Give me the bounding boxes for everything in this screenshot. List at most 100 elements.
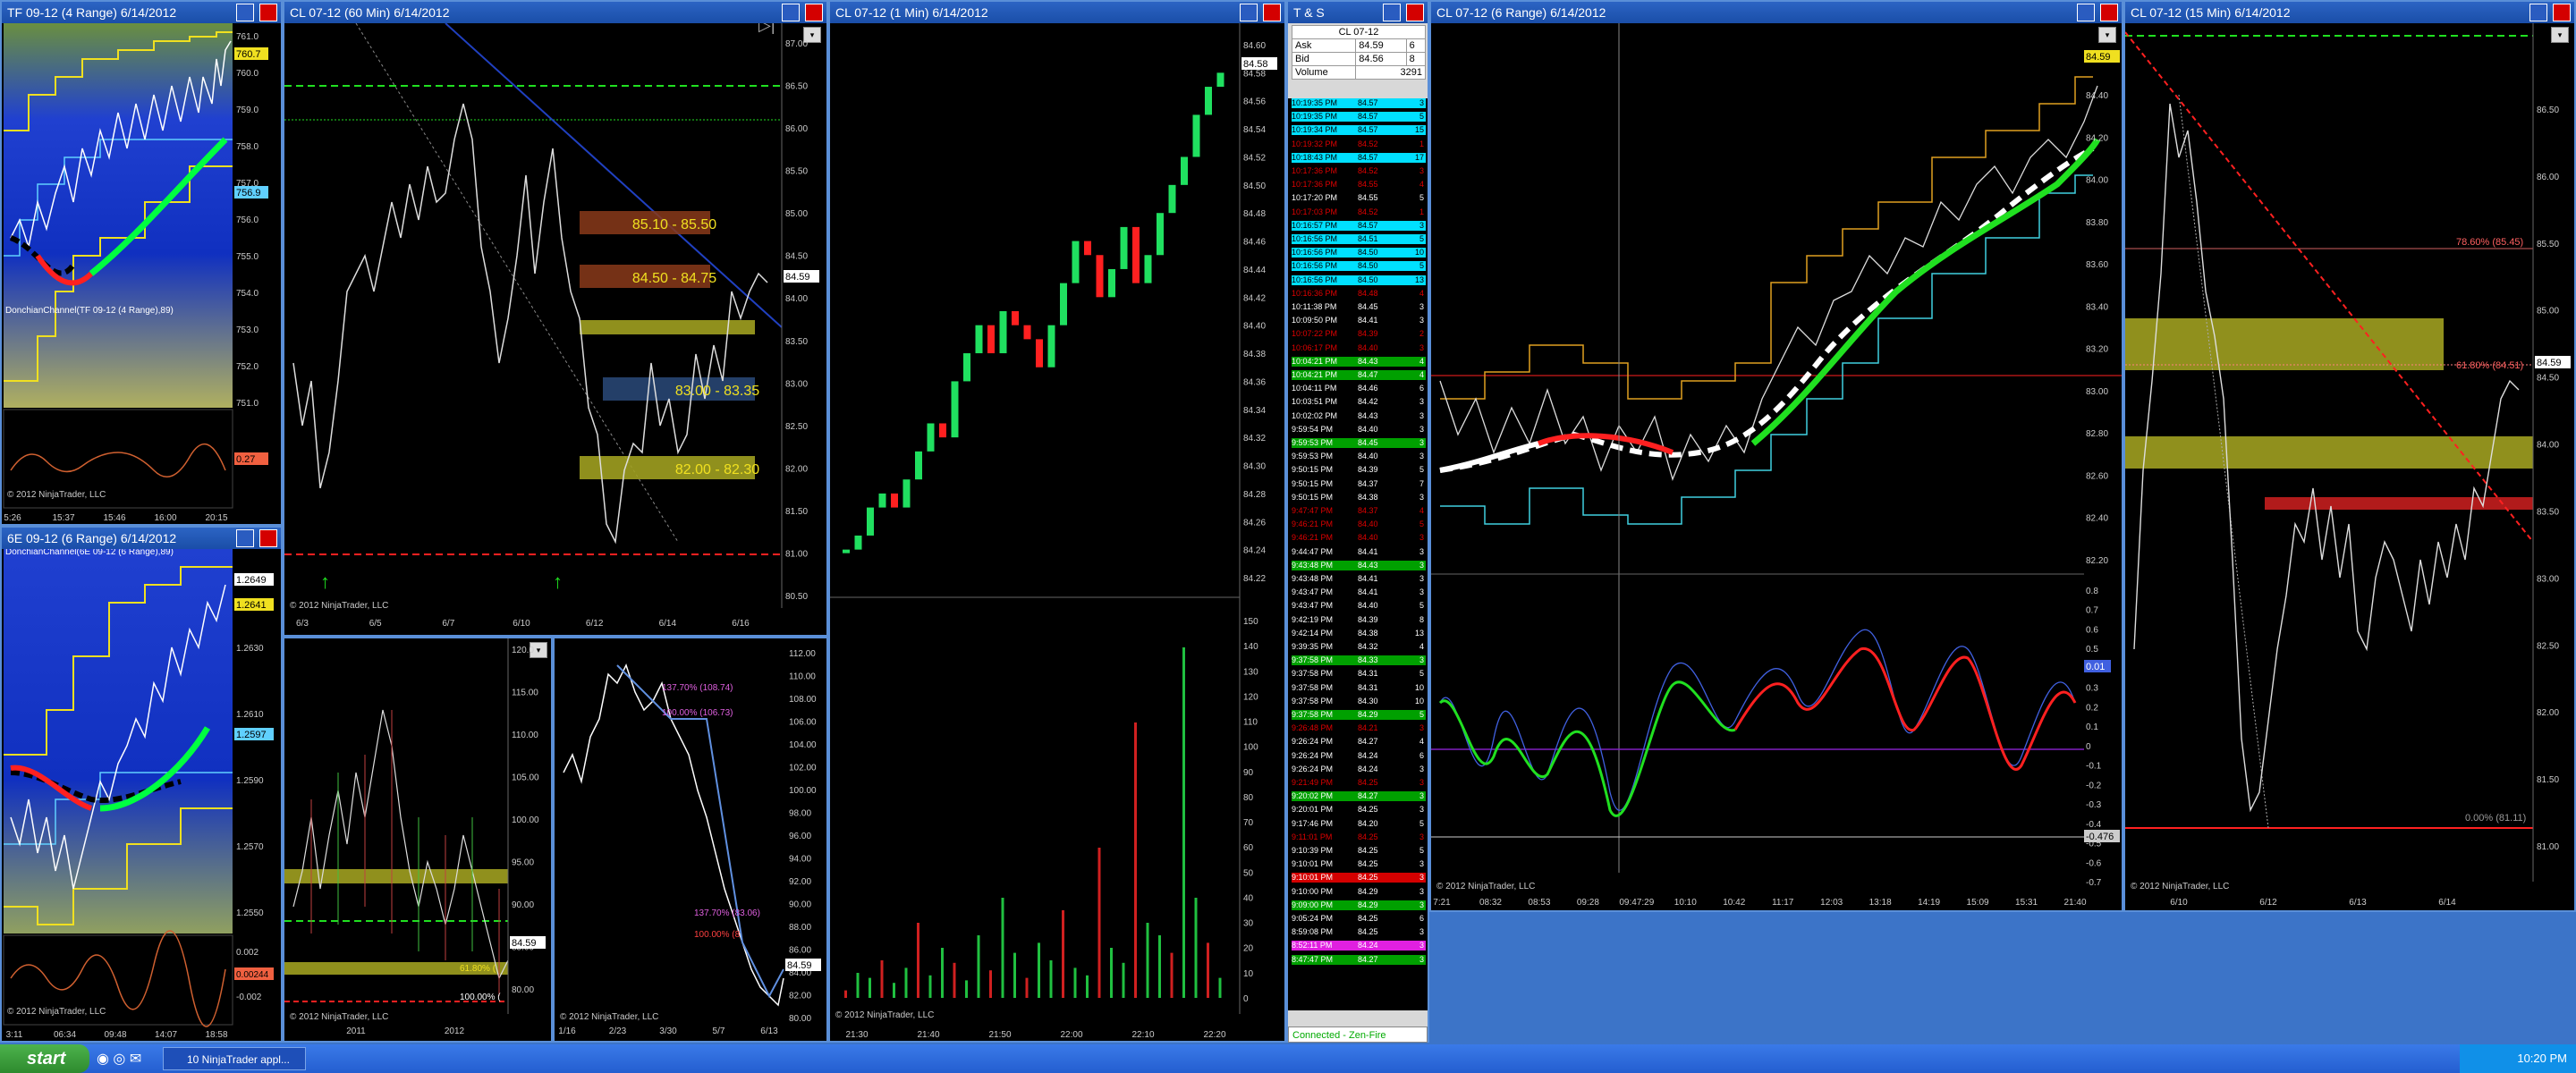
tns-price: 84.40 xyxy=(1358,452,1378,461)
minimize-button[interactable] xyxy=(782,4,800,21)
cl1-price-tag: 84.58 xyxy=(1243,59,1268,70)
tns-row: 9:26:24 PM 84.24 6 xyxy=(1292,750,1426,761)
volume-bar xyxy=(1182,647,1185,998)
tns-row: 10:03:51 PM 84.42 3 xyxy=(1292,397,1426,408)
tns-row: 9:10:00 PM 84.29 3 xyxy=(1292,886,1426,897)
tick-label: 84.22 xyxy=(1243,574,1266,584)
tf-chart[interactable]: 761.0760.0759.0758.0757.0756.0755.0754.0… xyxy=(2,23,281,524)
tick-label: 0.3 xyxy=(2086,684,2098,694)
minimize-button[interactable] xyxy=(2077,4,2095,21)
tns-time: 9:09:00 PM xyxy=(1292,900,1334,909)
tns-price: 84.41 xyxy=(1358,546,1378,556)
volume-bar xyxy=(941,948,944,998)
cl6-osc-tag2: -0.476 xyxy=(2086,832,2114,842)
cl15-title[interactable]: CL 07-12 (15 Min) 6/14/2012 xyxy=(2125,2,2574,23)
6e-chart[interactable]: 1.26501.26301.26101.25901.25701.2550 0.0… xyxy=(2,549,281,1041)
tns-row: 10:04:21 PM 84.47 4 xyxy=(1292,370,1426,380)
6e-price-tag3: 1.2597 xyxy=(236,730,267,740)
cl1-chart[interactable]: 84.60 84.58 84.56 84.54 84.52 84.50 84.48 84.46… xyxy=(830,23,1284,1041)
taskbar-ninjatrader[interactable]: 10 NinjaTrader appl... xyxy=(163,1047,306,1070)
6e-price-tag: 1.2649 xyxy=(236,575,267,586)
cl-daily-chart[interactable]: 112.00 110.00 108.00 106.00 104.00 102.00 100.… xyxy=(555,638,826,1041)
candle xyxy=(939,423,946,438)
tns-price: 84.31 xyxy=(1358,669,1378,679)
tns-size: 6 xyxy=(1419,750,1424,760)
tns-list[interactable]: 10:19:35 PM 84.57 3 10:19:35 PM 84.57 5 10:19:… xyxy=(1288,98,1428,1010)
close-button[interactable] xyxy=(1263,4,1281,21)
tns-time: 9:42:14 PM xyxy=(1292,628,1334,638)
candle xyxy=(1168,184,1176,214)
volume-bar xyxy=(1170,952,1174,998)
tns-row: 10:19:34 PM 84.57 15 xyxy=(1292,125,1426,136)
minimize-button[interactable] xyxy=(1383,4,1401,21)
tns-time: 10:19:35 PM xyxy=(1292,112,1338,122)
tns-time: 8:47:47 PM xyxy=(1292,954,1334,964)
tick-label: 83.00 xyxy=(785,379,808,389)
volume-bar xyxy=(1158,935,1161,998)
tns-price: 84.41 xyxy=(1358,574,1378,583)
tns-size: 5 xyxy=(1419,112,1424,122)
tick-label: 81.00 xyxy=(2537,842,2559,852)
tns-time: 10:04:21 PM xyxy=(1292,356,1338,366)
tns-row: 10:09:50 PM 84.41 3 xyxy=(1292,316,1426,326)
close-button[interactable] xyxy=(1406,4,1424,21)
tns-price: 84.25 xyxy=(1358,805,1378,815)
tns-price: 84.40 xyxy=(1358,520,1378,529)
tns-row: 8:59:08 PM 84.25 3 xyxy=(1292,927,1426,938)
cl6-chart[interactable]: 84.40 84.20 84.00 83.80 83.60 83.40 83.20 83.00… xyxy=(1431,23,2122,910)
cl6-osc-tag1: 0.01 xyxy=(2086,662,2105,672)
tns-price: 84.38 xyxy=(1358,628,1378,638)
close-button[interactable] xyxy=(2100,4,2118,21)
candle xyxy=(1023,325,1031,340)
close-button[interactable] xyxy=(259,529,277,547)
tns-row: 9:42:14 PM 84.38 13 xyxy=(1292,628,1426,638)
minimize-button[interactable] xyxy=(236,4,254,21)
cl6-title[interactable]: CL 07-12 (6 Range) 6/14/2012 xyxy=(1431,2,2122,23)
minimize-button[interactable] xyxy=(2529,4,2547,21)
candle xyxy=(891,493,898,508)
tns-row: 8:52:11 PM 84.24 3 xyxy=(1292,941,1426,951)
tick-label: 81.50 xyxy=(2537,775,2559,785)
cl60-chart[interactable]: 85.10 - 85.50 84.50 - 84.75 83.00 - 83.3… xyxy=(284,23,826,635)
cl15-chart[interactable]: 86.50 86.00 85.50 85.00 84.50 84.00 83.50 83.00… xyxy=(2125,23,2574,910)
tick-label: 80.50 xyxy=(785,592,808,602)
tns-time: 9:43:47 PM xyxy=(1292,601,1334,611)
tick-label: 84.58 xyxy=(1243,69,1266,79)
tick-label: 108.00 xyxy=(789,695,817,705)
tns-time: 10:06:17 PM xyxy=(1292,342,1338,352)
zone-label-4: 82.00 - 82.30 xyxy=(675,462,759,477)
start-button[interactable]: start xyxy=(0,1044,89,1073)
tns-price: 84.33 xyxy=(1358,655,1378,665)
cl-weekly-chart[interactable]: 120.0 115.00 110.00 105.00 100.00 95.00 90.00 8… xyxy=(284,638,551,1041)
tns-time: 8:59:08 PM xyxy=(1292,927,1334,937)
6e-indicator-label: DonchianChannel(6E 09-12 (6 Range),89) xyxy=(5,549,174,557)
cl6-price-tag: 84.59 xyxy=(2086,52,2111,63)
volume-bar xyxy=(1194,898,1198,998)
close-button[interactable] xyxy=(805,4,823,21)
tick-label: 120.0 xyxy=(512,646,534,655)
tns-time: 9:26:24 PM xyxy=(1292,750,1334,760)
tns-size: 3 xyxy=(1419,954,1424,964)
6e-price-tag2: 1.2641 xyxy=(236,600,267,611)
tns-size: 3 xyxy=(1419,220,1424,230)
tick-label: 84.52 xyxy=(1243,153,1266,163)
candle xyxy=(1047,325,1055,368)
minimize-button[interactable] xyxy=(1240,4,1258,21)
tick-label: 0.1 xyxy=(2086,722,2098,732)
minimize-button[interactable] xyxy=(236,529,254,547)
close-button[interactable] xyxy=(259,4,277,21)
close-button[interactable] xyxy=(2553,4,2571,21)
tick-label: -0.3 xyxy=(2086,800,2102,810)
quicklaunch-icons[interactable]: ◉ ◎ ✉ xyxy=(97,1050,141,1068)
candle xyxy=(1120,226,1128,269)
tick-label: 94.00 xyxy=(789,855,811,865)
cl1-title[interactable]: CL 07-12 (1 Min) 6/14/2012 xyxy=(830,2,1284,23)
tns-price: 84.24 xyxy=(1358,941,1378,950)
tns-row: 9:20:02 PM 84.27 3 xyxy=(1292,791,1426,802)
tf-price-tag: 760.7 xyxy=(236,49,261,60)
tick-label: 10:10 xyxy=(1674,898,1697,908)
cl60-title[interactable]: CL 07-12 (60 Min) 6/14/2012 xyxy=(284,2,826,23)
tns-size: 3 xyxy=(1419,900,1424,909)
6e-osc-tag: 0.00244 xyxy=(236,970,269,980)
tns-row: 9:44:47 PM 84.41 3 xyxy=(1292,546,1426,557)
